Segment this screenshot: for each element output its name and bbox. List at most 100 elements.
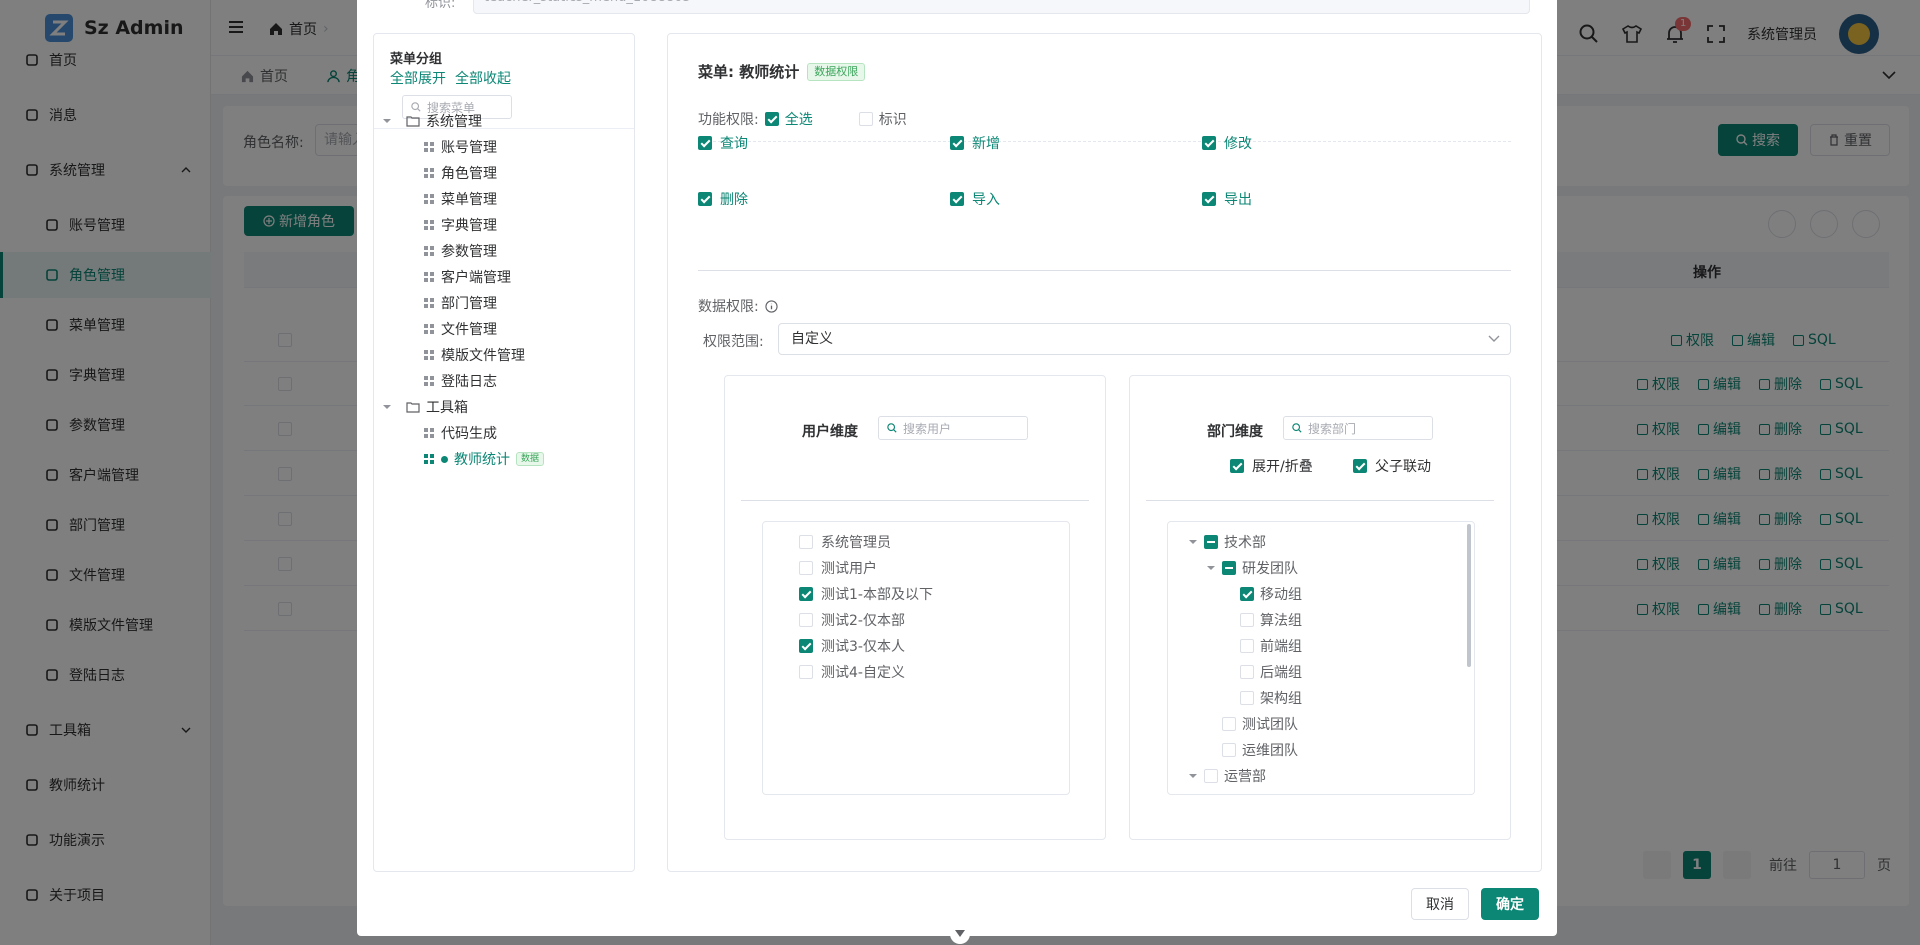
expand-collapse-label[interactable]: 展开/折叠 — [1252, 456, 1313, 476]
perm-label[interactable]: 新增 — [972, 133, 1000, 153]
dept-tree-item[interactable]: 技术部 — [1188, 532, 1266, 552]
caret-down-icon[interactable] — [1188, 537, 1198, 547]
menu-tree-item[interactable]: 系统管理 — [382, 111, 482, 131]
perm-option[interactable]: 删除 — [698, 189, 748, 209]
select-all-label[interactable]: 全选 — [785, 109, 813, 129]
perm-checkbox[interactable] — [950, 136, 964, 150]
user-label[interactable]: 测试1-本部及以下 — [821, 584, 933, 604]
perm-checkbox[interactable] — [698, 192, 712, 206]
menu-tree-item[interactable]: 角色管理 — [424, 163, 497, 183]
dept-tree-item[interactable]: 测试团队 — [1206, 714, 1298, 734]
user-label[interactable]: 测试2-仅本部 — [821, 610, 905, 630]
dept-tree-item[interactable]: 运营部 — [1188, 766, 1266, 786]
user-option[interactable]: 系统管理员 — [799, 532, 891, 552]
user-option[interactable]: 测试1-本部及以下 — [799, 584, 933, 604]
perm-label[interactable]: 删除 — [720, 189, 748, 209]
user-checkbox[interactable] — [799, 639, 813, 653]
caret-down-icon[interactable] — [382, 116, 392, 126]
dept-checkbox[interactable] — [1240, 691, 1254, 705]
id-field[interactable]: teacher_statics_menu_1088805 — [473, 0, 1530, 14]
dept-checkbox[interactable] — [1222, 743, 1236, 757]
menu-tree-item[interactable]: 字典管理 — [424, 215, 497, 235]
user-option[interactable]: 测试2-仅本部 — [799, 610, 905, 630]
perm-option[interactable]: 导出 — [1202, 189, 1252, 209]
dept-checkbox[interactable] — [1240, 665, 1254, 679]
dept-tree-item[interactable]: 移动组 — [1224, 584, 1302, 604]
menu-tree-item[interactable]: 代码生成 — [424, 423, 497, 443]
dept-tree-item[interactable]: 架构组 — [1224, 688, 1302, 708]
user-option[interactable]: 测试3-仅本人 — [799, 636, 905, 656]
menu-tree-item[interactable]: 客户端管理 — [424, 267, 511, 287]
perm-checkbox[interactable] — [1202, 192, 1216, 206]
menu-tree-item[interactable]: 工具箱 — [382, 397, 468, 417]
dept-checkbox[interactable] — [1240, 613, 1254, 627]
caret-down-icon[interactable] — [1188, 771, 1198, 781]
dept-checkbox[interactable] — [1222, 561, 1236, 575]
expand-collapse-option[interactable]: 展开/折叠 — [1230, 456, 1313, 476]
identifier-checkbox[interactable] — [858, 112, 873, 126]
user-checkbox[interactable] — [799, 587, 813, 601]
dept-checkbox[interactable] — [1204, 769, 1218, 783]
dept-label[interactable]: 后端组 — [1260, 662, 1302, 682]
dept-tree-item[interactable]: 研发团队 — [1206, 558, 1298, 578]
dept-label[interactable]: 算法组 — [1260, 610, 1302, 630]
dept-search-input[interactable]: 搜索部门 — [1283, 416, 1433, 440]
dept-tree-item[interactable]: 后端组 — [1224, 662, 1302, 682]
perm-label[interactable]: 修改 — [1224, 133, 1252, 153]
dept-checkbox[interactable] — [1222, 717, 1236, 731]
user-checkbox[interactable] — [799, 535, 813, 549]
dept-tree-scrollbar[interactable] — [1467, 524, 1471, 667]
user-search-input[interactable]: 搜索用户 — [878, 416, 1028, 440]
select-all-checkbox[interactable] — [764, 112, 779, 126]
dept-label[interactable]: 测试团队 — [1242, 714, 1298, 734]
confirm-button[interactable]: 确定 — [1481, 888, 1539, 920]
menu-tree-item[interactable]: 菜单管理 — [424, 189, 497, 209]
dept-label[interactable]: 移动组 — [1260, 584, 1302, 604]
perm-label[interactable]: 导入 — [972, 189, 1000, 209]
perm-option[interactable]: 修改 — [1202, 133, 1252, 153]
caret-down-icon[interactable] — [382, 402, 392, 412]
user-checkbox[interactable] — [799, 561, 813, 575]
perm-label[interactable]: 导出 — [1224, 189, 1252, 209]
parent-link-checkbox[interactable] — [1353, 459, 1367, 473]
dept-label[interactable]: 研发团队 — [1242, 558, 1298, 578]
dept-label[interactable]: 技术部 — [1224, 532, 1266, 552]
scroll-down-icon[interactable] — [950, 924, 970, 944]
menu-tree-item[interactable]: 模版文件管理 — [424, 345, 525, 365]
cancel-button[interactable]: 取消 — [1411, 888, 1469, 920]
user-option[interactable]: 测试用户 — [799, 558, 877, 578]
perm-checkbox[interactable] — [950, 192, 964, 206]
expand-all-link[interactable]: 全部展开 — [390, 68, 446, 88]
parent-link-option[interactable]: 父子联动 — [1353, 456, 1431, 476]
menu-tree-item[interactable]: 部门管理 — [424, 293, 497, 313]
expand-collapse-checkbox[interactable] — [1230, 459, 1244, 473]
user-label[interactable]: 系统管理员 — [821, 532, 891, 552]
user-label[interactable]: 测试4-自定义 — [821, 662, 905, 682]
menu-tree-item[interactable]: 教师统计 数据 — [394, 446, 630, 470]
perm-option[interactable]: 新增 — [950, 133, 1000, 153]
dept-checkbox[interactable] — [1204, 535, 1218, 549]
identifier-label[interactable]: 标识 — [879, 109, 907, 129]
perm-checkbox[interactable] — [1202, 136, 1216, 150]
info-icon[interactable] — [765, 299, 778, 313]
perm-label[interactable]: 查询 — [720, 133, 748, 153]
user-label[interactable]: 测试用户 — [821, 558, 877, 578]
dept-label[interactable]: 运维团队 — [1242, 740, 1298, 760]
dept-label[interactable]: 运营部 — [1224, 766, 1266, 786]
menu-tree-item[interactable]: 登陆日志 — [424, 371, 497, 391]
menu-tree-item[interactable]: 文件管理 — [424, 319, 497, 339]
dept-label[interactable]: 前端组 — [1260, 636, 1302, 656]
dept-tree-item[interactable]: 运维团队 — [1206, 740, 1298, 760]
dept-tree-item[interactable]: 前端组 — [1224, 636, 1302, 656]
dept-label[interactable]: 架构组 — [1260, 688, 1302, 708]
perm-option[interactable]: 查询 — [698, 133, 748, 153]
menu-tree-item[interactable]: 账号管理 — [424, 137, 497, 157]
dept-checkbox[interactable] — [1240, 639, 1254, 653]
dept-tree-item[interactable]: 算法组 — [1224, 610, 1302, 630]
collapse-all-link[interactable]: 全部收起 — [455, 68, 511, 88]
perm-checkbox[interactable] — [698, 136, 712, 150]
dept-checkbox[interactable] — [1240, 587, 1254, 601]
scope-select[interactable]: 自定义 — [778, 323, 1511, 355]
menu-tree-item[interactable]: 参数管理 — [424, 241, 497, 261]
user-checkbox[interactable] — [799, 613, 813, 627]
